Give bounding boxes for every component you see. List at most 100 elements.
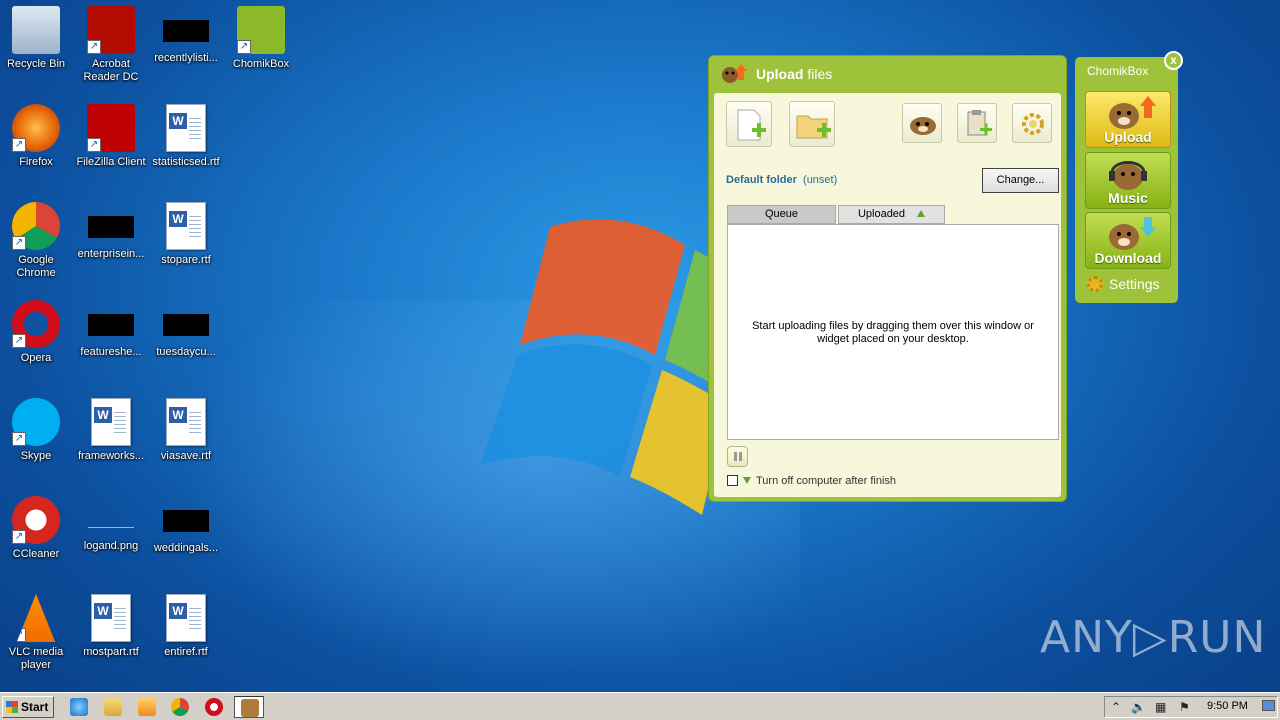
desktop-icon-label: statisticsed.rtf	[152, 156, 220, 168]
upload-title-bold: Upload	[756, 66, 804, 82]
desktop-icon-label: Google Chrome	[16, 254, 56, 279]
desktop-icon[interactable]: enterprisein...	[73, 198, 149, 284]
chomik-upload-logo-icon	[722, 64, 747, 83]
skype-icon: ↗	[12, 398, 60, 446]
desktop-icon[interactable]: featureshe...	[73, 296, 149, 382]
change-folder-button[interactable]: Change...	[982, 168, 1059, 193]
desktop-icon[interactable]: recentlylisti...	[148, 2, 224, 88]
widget-settings-button[interactable]: Settings	[1087, 276, 1160, 292]
desktop-icon[interactable]: ↗ CCleaner	[0, 492, 74, 578]
shortcut-arrow-icon: ↗	[87, 138, 101, 152]
turn-off-checkbox[interactable]	[727, 475, 738, 486]
default-folder-value: (unset)	[803, 174, 838, 186]
recycle-bin-icon	[12, 6, 60, 54]
default-folder: Default folder (unset)	[726, 174, 837, 186]
word-doc-icon: W	[166, 398, 206, 446]
shortcut-arrow-icon: ↗	[237, 40, 251, 54]
desktop-icon[interactable]: Wstopare.rtf	[148, 198, 224, 284]
upload-window: Upload files Default folder (unset) Chan…	[708, 55, 1067, 502]
desktop-icon-label: featureshe...	[80, 346, 142, 358]
volume-icon[interactable]: 🔈	[1131, 700, 1146, 714]
sort-up-icon	[917, 210, 926, 217]
settings-gear-icon	[1087, 276, 1103, 292]
desktop-icon[interactable]: ↗ Skype	[0, 394, 74, 480]
desktop-icon[interactable]: Wentiref.rtf	[148, 590, 224, 676]
paste-button[interactable]	[957, 103, 997, 143]
widget-title: ChomikBox	[1087, 64, 1149, 78]
start-button[interactable]: Start	[2, 696, 54, 718]
desktop-icon-label: Opera	[20, 352, 52, 364]
file-icon	[88, 314, 134, 336]
word-doc-icon: W	[166, 104, 206, 152]
add-folder-icon	[796, 115, 831, 139]
desktop-icon[interactable]: ↗ FileZilla Client	[73, 100, 149, 186]
filezilla-icon: ↗	[87, 104, 135, 152]
widget-download-label: Download	[1094, 250, 1162, 266]
taskbar-explorer-icon[interactable]	[104, 698, 122, 716]
chomik-download-icon	[1109, 217, 1156, 250]
chomik-account-button[interactable]	[902, 103, 942, 143]
desktop-icon[interactable]: ↗ VLC media player	[0, 590, 74, 676]
taskbar-chomikbox-button[interactable]	[234, 696, 264, 718]
upload-title-rest: files	[803, 66, 833, 82]
desktop-icon[interactable]: weddingals...	[148, 492, 224, 578]
upload-settings-button[interactable]	[1012, 103, 1052, 143]
add-file-button[interactable]	[726, 101, 772, 147]
desktop-icon[interactable]: Wmostpart.rtf	[73, 590, 149, 676]
queue-empty-message: Start uploading files by dragging them o…	[752, 320, 1034, 345]
tab-uploaded[interactable]: Uploaded	[838, 205, 945, 224]
pause-button[interactable]	[727, 446, 748, 467]
word-doc-icon: W	[91, 398, 131, 446]
clipboard-add-icon	[967, 110, 992, 136]
clock[interactable]: 9:50 PM	[1207, 700, 1248, 712]
desktop-icon-label: ChomikBox	[232, 58, 290, 70]
show-desktop-icon[interactable]	[1262, 700, 1275, 711]
widget-close-button[interactable]: x	[1164, 51, 1183, 70]
desktop-icon[interactable]: Recycle Bin	[0, 2, 74, 88]
tray-expand-icon[interactable]: ⌃	[1111, 700, 1121, 714]
desktop-icon[interactable]: tuesdaycu...	[148, 296, 224, 382]
add-folder-button[interactable]	[789, 101, 835, 147]
desktop-icon[interactable]: ↗ Google Chrome	[0, 198, 74, 284]
chomikbox-widget: ChomikBox Upload Music Download Settings	[1075, 57, 1178, 303]
desktop-icon-label: Recycle Bin	[6, 58, 66, 70]
desktop-icon-label: frameworks...	[77, 450, 144, 462]
tab-uploaded-label: Uploaded	[857, 208, 906, 220]
desktop-icon-label: FileZilla Client	[76, 156, 146, 168]
taskbar-opera-icon[interactable]	[205, 698, 223, 716]
chomik-upload-icon	[1109, 96, 1156, 129]
shortcut-arrow-icon: ↗	[87, 40, 101, 54]
system-tray: ⌃ 🔈 ▦ ⚑	[1104, 696, 1278, 718]
desktop-icon[interactable]: Wviasave.rtf	[148, 394, 224, 480]
desktop-icon[interactable]: Wstatisticsed.rtf	[148, 100, 224, 186]
desktop-icon[interactable]: ↗ ChomikBox	[223, 2, 299, 88]
queue-list[interactable]: Start uploading files by dragging them o…	[727, 224, 1059, 440]
desktop-icon[interactable]: Wframeworks...	[73, 394, 149, 480]
tab-queue[interactable]: Queue	[727, 205, 836, 224]
network-icon[interactable]: ▦	[1155, 700, 1166, 714]
word-doc-icon: W	[166, 594, 206, 642]
desktop-icon-label: weddingals...	[153, 542, 219, 554]
widget-upload-button[interactable]: Upload	[1085, 91, 1171, 148]
opera-icon: ↗	[12, 300, 60, 348]
shortcut-arrow-icon: ↗	[16, 628, 26, 642]
shortcut-arrow-icon: ↗	[12, 334, 26, 348]
desktop-icon[interactable]: ↗ Acrobat Reader DC	[73, 2, 149, 88]
desktop-icon[interactable]: ↗ Firefox	[0, 100, 74, 186]
turn-off-option: Turn off computer after finish	[727, 475, 896, 487]
widget-music-button[interactable]: Music	[1085, 152, 1171, 209]
gear-icon	[1022, 113, 1044, 135]
expand-triangle-icon[interactable]	[743, 477, 751, 484]
word-doc-icon: W	[166, 202, 206, 250]
widget-upload-label: Upload	[1104, 129, 1152, 145]
anyrun-watermark: ANY▷RUN	[1040, 612, 1267, 663]
taskbar-media-player-icon[interactable]	[138, 698, 156, 716]
taskbar-chrome-icon[interactable]	[171, 698, 189, 716]
action-center-flag-icon[interactable]: ⚑	[1179, 700, 1190, 714]
desktop-icon-label: entiref.rtf	[164, 646, 208, 658]
default-folder-label: Default folder	[726, 174, 797, 186]
widget-download-button[interactable]: Download	[1085, 212, 1171, 269]
desktop-icon[interactable]: logand.png	[73, 492, 149, 578]
desktop-icon[interactable]: ↗ Opera	[0, 296, 74, 382]
taskbar-ie-icon[interactable]	[70, 698, 88, 716]
